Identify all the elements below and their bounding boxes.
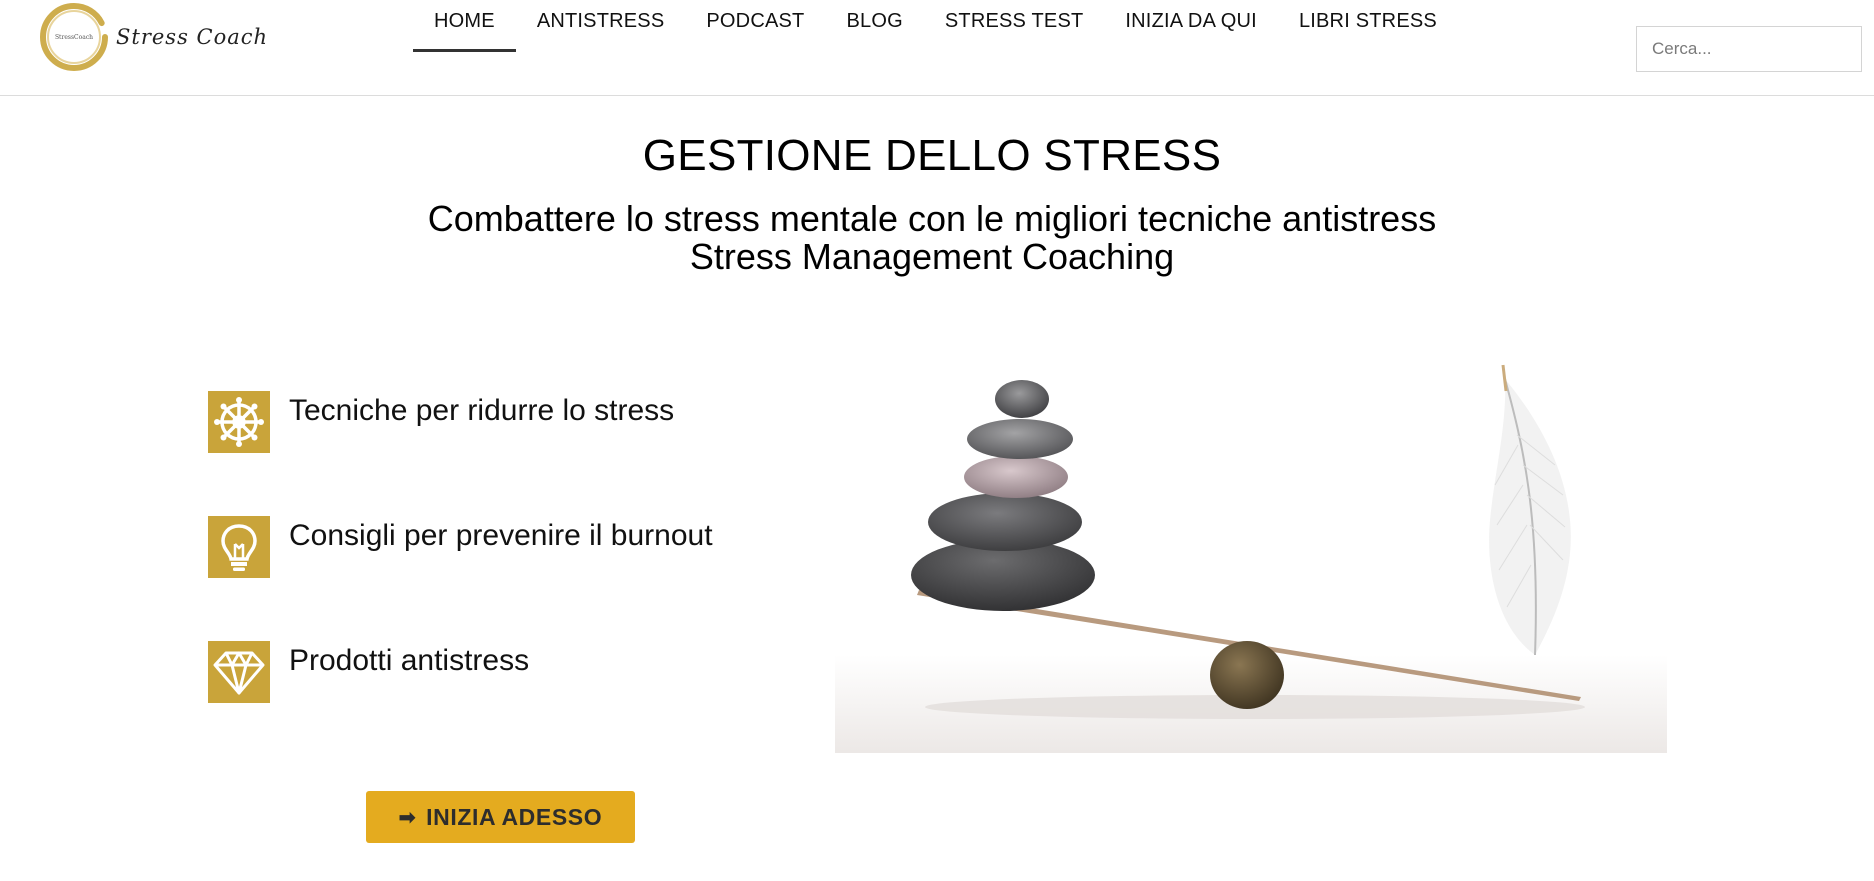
page-title: GESTIONE DELLO STRESS bbox=[642, 131, 1222, 180]
logo-text: Stress Coach bbox=[116, 25, 269, 49]
main-nav: HOME ANTISTRESS PODCAST BLOG STRESS TEST… bbox=[413, 0, 1458, 52]
nav-item-libri-stress[interactable]: LIBRI STRESS bbox=[1278, 0, 1458, 52]
hero-image-balance-stones-feather bbox=[835, 355, 1667, 753]
start-now-button[interactable]: ➡ INIZIA ADESSO bbox=[366, 791, 635, 843]
feature-item-burnout: Consigli per prevenire il burnout bbox=[208, 516, 713, 578]
logo-enso-icon: StressCoach bbox=[38, 1, 110, 73]
nav-item-stress-test[interactable]: STRESS TEST bbox=[924, 0, 1105, 52]
dharma-wheel-icon bbox=[208, 391, 270, 453]
arrow-right-icon: ➡ bbox=[398, 806, 417, 829]
page-subtitle: Combattere lo stress mentale con le migl… bbox=[0, 200, 1864, 276]
feature-item-products: Prodotti antistress bbox=[208, 641, 529, 703]
nav-item-inizia-da-qui[interactable]: INIZIA DA QUI bbox=[1104, 0, 1278, 52]
nav-item-home[interactable]: HOME bbox=[413, 0, 516, 52]
feature-label: Prodotti antistress bbox=[289, 644, 530, 677]
feature-label: Tecniche per ridurre lo stress bbox=[289, 394, 675, 427]
logo-badge-text: StressCoach bbox=[55, 34, 93, 41]
subtitle-line-2: Stress Management Coaching bbox=[689, 236, 1175, 277]
subtitle-line-1: Combattere lo stress mentale con le migl… bbox=[427, 198, 1437, 239]
diamond-icon bbox=[208, 641, 270, 703]
nav-item-antistress[interactable]: ANTISTRESS bbox=[516, 0, 686, 52]
feature-item-techniques: Tecniche per ridurre lo stress bbox=[208, 391, 674, 453]
lightbulb-icon bbox=[208, 516, 270, 578]
site-header: StressCoach Stress Coach HOME ANTISTRESS… bbox=[0, 0, 1874, 96]
start-now-label: INIZIA ADESSO bbox=[426, 803, 603, 830]
feature-label: Consigli per prevenire il burnout bbox=[289, 519, 713, 552]
site-logo[interactable]: StressCoach Stress Coach bbox=[38, 2, 268, 72]
search-input[interactable] bbox=[1636, 26, 1862, 72]
nav-item-podcast[interactable]: PODCAST bbox=[685, 0, 825, 52]
nav-item-blog[interactable]: BLOG bbox=[825, 0, 923, 52]
